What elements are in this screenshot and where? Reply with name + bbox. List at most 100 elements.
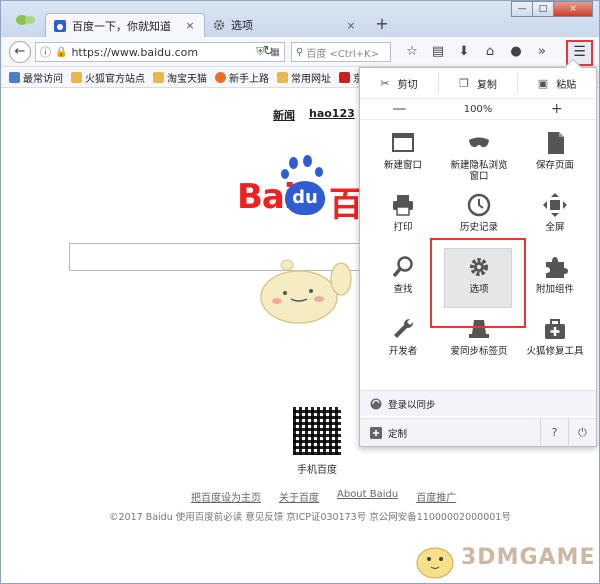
repair-tool-label: 火狐修复工具	[526, 346, 584, 357]
search-input[interactable]: ⚲ 百度 <Ctrl+K>	[291, 42, 391, 62]
new-private-window-label-line2: 窗口	[469, 171, 489, 182]
customize-row: 定制 ? ⏻	[360, 418, 596, 447]
bookmark-item[interactable]: 最常访问	[9, 70, 63, 85]
find-magnifier-icon	[392, 256, 413, 278]
news-link[interactable]: 新闻	[273, 107, 295, 123]
zoom-controls: — 100% +	[360, 98, 596, 120]
bookmark-label: 新手上路	[229, 74, 269, 85]
back-button[interactable]: ←	[9, 41, 31, 63]
watermark-text: 3DMGAME	[461, 545, 596, 570]
gear-icon	[213, 19, 225, 31]
reload-icon[interactable]: ↻	[263, 44, 274, 59]
close-button[interactable]: ×	[553, 1, 593, 17]
zoom-out-button[interactable]: —	[360, 101, 439, 117]
home-icon[interactable]: ⌂	[477, 44, 503, 59]
navigation-toolbar: ← ⓘ 🔒 https://www.baidu.com ⛨ ▦ ↻ ⚲ 百度 <…	[1, 37, 599, 67]
qr-code-image	[293, 407, 341, 455]
paste-icon: ▣	[537, 76, 549, 90]
firefox-logo-icon	[16, 15, 35, 25]
jd-icon	[339, 72, 350, 83]
hamburger-menu-panel: ✂ 剪切 ❐ 复制 ▣ 粘贴 — 100% + 新建窗口 新建隐私浏览 窗口 保存页面	[359, 58, 597, 447]
sign-in-sync-button[interactable]: 登录以同步	[360, 390, 596, 416]
about-baidu-link[interactable]: 关于百度	[279, 489, 319, 504]
paw-toe	[303, 155, 312, 167]
minimize-button[interactable]: —	[511, 1, 533, 17]
reading-list-icon[interactable]: ▤	[425, 44, 451, 59]
customize-plus-icon	[370, 426, 382, 439]
zoom-reset-button[interactable]: 100%	[439, 104, 518, 115]
fullscreen-item[interactable]: 全屏	[516, 186, 594, 248]
bookmark-label: 最常访问	[23, 74, 63, 85]
tab-title: 选项	[231, 19, 253, 32]
addons-puzzle-icon	[546, 257, 568, 278]
new-tab-button[interactable]: +	[373, 15, 391, 33]
top-links: 新闻 hao123	[273, 107, 369, 123]
tab-baidu[interactable]: 百度一下，你就知道 ×	[45, 13, 205, 37]
tab-close-icon[interactable]: ×	[345, 19, 357, 32]
bookmark-label: 火狐官方站点	[85, 74, 145, 85]
private-mask-icon	[469, 137, 489, 148]
customize-label[interactable]: 定制	[388, 426, 407, 440]
watermark: 3DMGAME	[409, 533, 597, 581]
bookmark-star-icon[interactable]: ☆	[399, 44, 425, 59]
footer-links: 把百度设为主页 关于百度 About Baidu 百度推广	[191, 489, 474, 504]
history-label: 历史记录	[459, 222, 498, 233]
url-bar[interactable]: ⓘ 🔒 https://www.baidu.com ⛨ ▦	[35, 42, 285, 62]
cut-button[interactable]: ✂ 剪切	[360, 73, 439, 93]
paste-label: 粘贴	[556, 79, 577, 91]
paw-toe	[289, 157, 298, 169]
set-homepage-link[interactable]: 把百度设为主页	[191, 489, 261, 504]
quit-power-icon[interactable]: ⏻	[568, 419, 596, 447]
addons-item[interactable]: 附加组件	[516, 248, 594, 310]
help-icon[interactable]: ?	[540, 419, 568, 447]
bookmark-item[interactable]: 火狐官方站点	[71, 70, 145, 85]
titlebar: 百度一下，你就知道 × 选项 × + — □ ×	[1, 1, 599, 37]
lock-icon[interactable]: 🔒	[55, 47, 67, 58]
fullscreen-icon	[543, 193, 567, 217]
bookmark-item[interactable]: 常用网址	[277, 70, 331, 85]
about-baidu-en-link[interactable]: About Baidu	[337, 489, 398, 504]
addons-label: 附加组件	[535, 284, 574, 295]
fullscreen-label: 全屏	[545, 222, 565, 233]
sync-tabs-label: 爱同步标签页	[450, 346, 508, 357]
search-engine-icon[interactable]: ⚲	[296, 47, 303, 58]
new-window-item[interactable]: 新建窗口	[364, 124, 442, 186]
watermark-chick-icon	[416, 547, 454, 579]
history-clock-icon	[467, 193, 491, 217]
sync-icon	[370, 398, 382, 409]
baidu-promotion-link[interactable]: 百度推广	[416, 489, 456, 504]
maximize-button[interactable]: □	[532, 1, 554, 17]
save-page-item[interactable]: 保存页面	[516, 124, 594, 186]
chat-bubble-icon[interactable]: ●	[503, 44, 529, 59]
window-controls: — □ ×	[511, 1, 593, 17]
info-icon[interactable]: ⓘ	[40, 44, 51, 60]
annotation-highlight-box	[430, 238, 526, 328]
paste-button[interactable]: ▣ 粘贴	[518, 73, 596, 93]
sign-in-sync-label: 登录以同步	[388, 399, 436, 411]
folder-icon	[153, 72, 164, 83]
browser-window: 百度一下，你就知道 × 选项 × + — □ × ← ⓘ 🔒 https://w…	[0, 0, 600, 584]
copy-label: 复制	[476, 79, 497, 91]
search-placeholder: 百度 <Ctrl+K>	[306, 48, 379, 60]
developer-wrench-icon	[394, 319, 413, 338]
mascot-chick-icon	[260, 259, 352, 324]
bookmark-icon	[9, 72, 20, 83]
zoom-in-button[interactable]: +	[517, 101, 596, 117]
tab-close-icon[interactable]: ×	[184, 19, 196, 32]
tab-options[interactable]: 选项 ×	[205, 13, 365, 37]
bookmark-item[interactable]: 新手上路	[215, 70, 269, 85]
copy-button[interactable]: ❐ 复制	[439, 73, 518, 93]
hao123-link[interactable]: hao123	[309, 107, 355, 123]
download-icon[interactable]: ⬇	[451, 44, 477, 59]
printer-icon	[393, 195, 413, 216]
save-page-icon	[548, 132, 564, 154]
bookmark-item[interactable]: 淘宝天猫	[153, 70, 207, 85]
overflow-chevron-icon[interactable]: »	[529, 44, 555, 59]
bookmark-label: 淘宝天猫	[167, 74, 207, 85]
folder-icon	[71, 72, 82, 83]
url-text[interactable]: https://www.baidu.com	[71, 46, 252, 59]
scissors-icon: ✂	[380, 76, 390, 90]
repair-toolbox-icon	[545, 319, 565, 339]
repair-tool-item[interactable]: 火狐修复工具	[516, 310, 594, 372]
new-private-window-item[interactable]: 新建隐私浏览 窗口	[440, 124, 518, 186]
